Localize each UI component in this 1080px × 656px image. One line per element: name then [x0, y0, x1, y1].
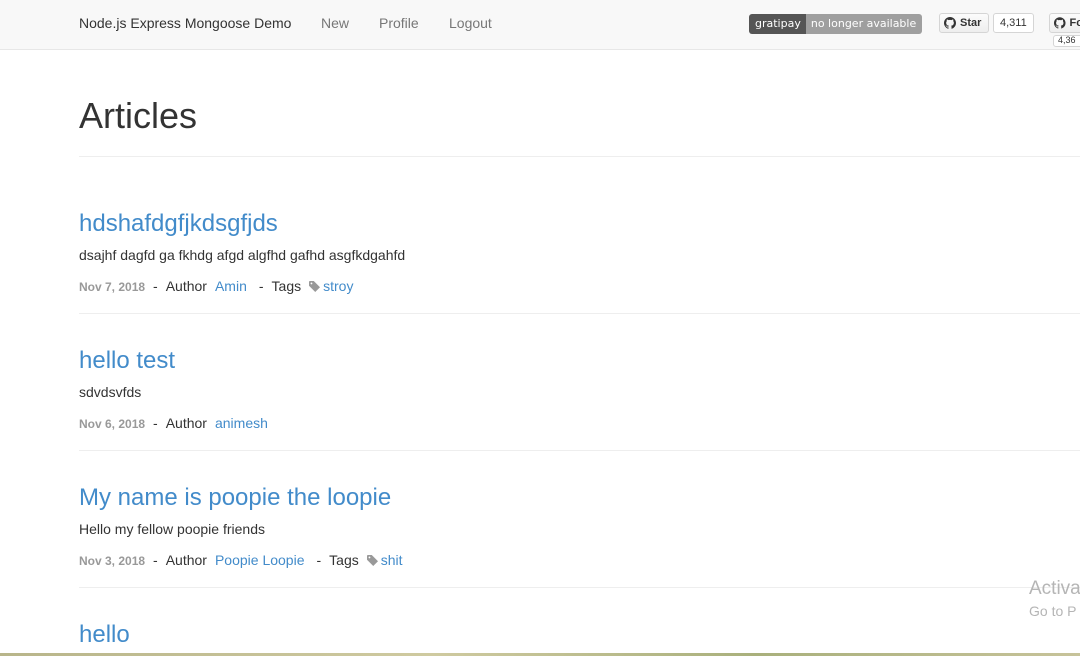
gratipay-badge[interactable]: gratipay no longer available: [749, 14, 923, 34]
brand-link[interactable]: Node.js Express Mongoose Demo: [79, 15, 291, 31]
article-title-link[interactable]: hello: [79, 621, 130, 649]
article-divider: [79, 313, 1080, 314]
tag-link[interactable]: shit: [366, 552, 403, 568]
author-label: Author: [165, 552, 207, 568]
author-link[interactable]: Amin: [215, 278, 247, 294]
meta-separator: -: [153, 552, 158, 568]
meta-separator: -: [153, 415, 158, 431]
author-label: Author: [165, 278, 207, 294]
article-meta: Nov 6, 2018 - Author animesh: [79, 415, 280, 431]
article-excerpt: dsajhf dagfd ga fkhdg afgd algfhd gafhd …: [79, 247, 406, 263]
github-icon: [944, 17, 956, 29]
tags-label: Tags: [271, 278, 302, 294]
meta-separator: -: [258, 278, 264, 294]
title-divider: [79, 156, 1080, 157]
meta-separator: -: [153, 278, 158, 294]
article-date: Nov 3, 2018: [79, 554, 146, 568]
tag-label: shit: [380, 552, 403, 568]
article-date: Nov 6, 2018: [79, 417, 146, 431]
article-excerpt: sdvdsvfds: [79, 384, 142, 400]
navbar: Node.js Express Mongoose Demo New Profil…: [0, 0, 1080, 50]
nav-link-new[interactable]: New: [321, 15, 349, 31]
article-title-link[interactable]: My name is poopie the loopie: [79, 484, 391, 512]
gratipay-badge-label: gratipay: [749, 14, 806, 34]
github-fork-button[interactable]: Fo: [1049, 13, 1080, 33]
github-star-count[interactable]: 4,311: [993, 13, 1034, 33]
gratipay-badge-status: no longer available: [805, 14, 923, 34]
article-meta: Nov 3, 2018 - Author Poopie Loopie - Tag…: [79, 552, 403, 568]
github-icon: [1054, 17, 1066, 29]
github-star-label: Star: [960, 17, 982, 29]
github-star-button[interactable]: Star: [939, 13, 989, 33]
tag-icon: [309, 281, 321, 292]
tag-icon: [366, 555, 378, 566]
github-fork-label: Fo: [1069, 17, 1080, 29]
article-meta: Nov 7, 2018 - Author Amin - Tags stroy: [79, 278, 353, 294]
activation-watermark-title: Activa: [1029, 578, 1080, 599]
author-link[interactable]: animesh: [215, 415, 268, 431]
github-fork-count[interactable]: 4,36: [1053, 35, 1080, 47]
article-title-link[interactable]: hdshafdgfjkdsgfjds: [79, 210, 278, 238]
article-date: Nov 7, 2018: [79, 280, 146, 294]
author-link[interactable]: Poopie Loopie: [215, 552, 305, 568]
nav-link-profile[interactable]: Profile: [379, 15, 419, 31]
author-label: Author: [165, 415, 207, 431]
page-title: Articles: [79, 95, 198, 136]
activation-watermark-subtitle: Go to P: [1029, 603, 1077, 619]
article-divider: [79, 587, 1080, 588]
tag-label: stroy: [323, 278, 354, 294]
tags-label: Tags: [329, 552, 359, 568]
nav-link-logout[interactable]: Logout: [449, 15, 492, 31]
article-title-link[interactable]: hello test: [79, 347, 175, 375]
article-excerpt: Hello my fellow poopie friends: [79, 521, 265, 537]
article-divider: [79, 450, 1080, 451]
tag-link[interactable]: stroy: [309, 278, 353, 294]
meta-separator: -: [316, 552, 322, 568]
